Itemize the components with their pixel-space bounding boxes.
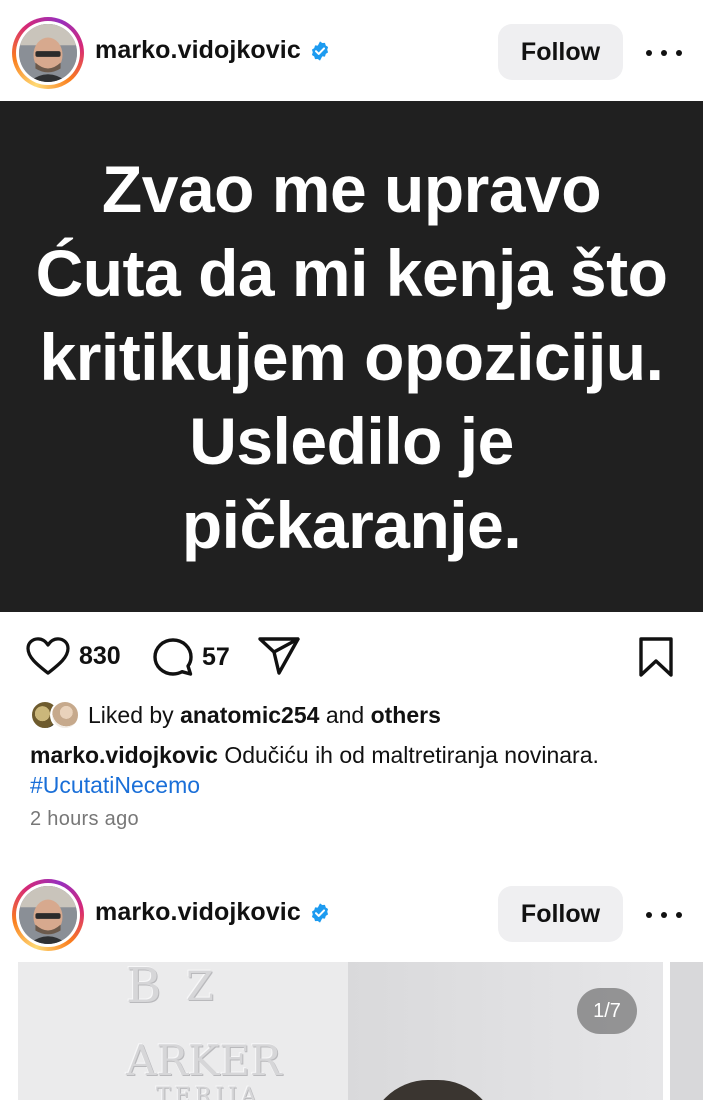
wall-letter: TERIJA	[156, 1084, 261, 1100]
bookmark-action[interactable]	[638, 636, 674, 678]
avatar[interactable]	[12, 17, 84, 89]
post-timestamp: 2 hours ago	[30, 808, 139, 830]
liked-by-others[interactable]: others	[371, 702, 441, 728]
liked-by-text: Liked by anatomic254 and others	[88, 702, 441, 729]
liked-by-user[interactable]: anatomic254	[180, 702, 319, 728]
verified-badge-icon	[309, 40, 331, 62]
verified-badge-icon	[309, 902, 331, 924]
bookmark-icon[interactable]	[638, 636, 674, 678]
follow-button[interactable]: Follow	[498, 886, 623, 942]
next-slide-preview[interactable]	[670, 962, 703, 1100]
wall-letter: ARKER	[126, 1036, 282, 1085]
username[interactable]: marko.vidojkovic	[95, 36, 301, 65]
caption-username[interactable]: marko.vidojkovic	[30, 742, 218, 768]
carousel-counter: 1/7	[577, 988, 637, 1034]
post-actions: 830 57	[0, 630, 703, 685]
liked-by-prefix: Liked by	[88, 701, 174, 728]
post-image-text: Zvao me upravo Ćuta da mi kenja što krit…	[35, 151, 668, 562]
caption: marko.vidojkovic Odučiću ih od maltretir…	[30, 740, 680, 800]
wall-letter: Z	[186, 964, 214, 1010]
like-action[interactable]: 830	[25, 636, 121, 676]
caption-text: Odučiću ih od maltretiranja novinara.	[224, 742, 599, 768]
liked-by-and: and	[325, 701, 365, 728]
comment-icon[interactable]	[152, 636, 194, 678]
liked-by[interactable]: Liked by anatomic254 and others	[30, 700, 441, 730]
share-icon[interactable]	[257, 636, 301, 676]
username-row: marko.vidojkovic	[95, 36, 331, 65]
share-action[interactable]	[257, 636, 301, 676]
more-icon[interactable]	[646, 900, 682, 930]
avatar-photo	[19, 886, 77, 944]
post-header: marko.vidojkovic Follow	[0, 862, 703, 962]
avatar-gap	[16, 21, 80, 85]
avatar-image	[19, 886, 77, 944]
liker-avatar	[50, 700, 80, 730]
comment-count: 57	[202, 642, 230, 671]
username-row: marko.vidojkovic	[95, 898, 331, 927]
more-icon[interactable]	[646, 38, 682, 68]
liked-by-avatars	[30, 700, 80, 730]
hashtag-link[interactable]: #UcutatiNecemo	[30, 770, 680, 800]
avatar-gap	[16, 883, 80, 947]
comment-action[interactable]: 57	[152, 636, 230, 678]
avatar-image	[19, 24, 77, 82]
carousel-image[interactable]: B Z ARKER TERIJA	[18, 962, 663, 1100]
post-header: marko.vidojkovic Follow	[0, 0, 703, 100]
avatar[interactable]	[12, 879, 84, 951]
post-image[interactable]: Zvao me upravo Ćuta da mi kenja što krit…	[0, 101, 703, 612]
wall-letter: B	[126, 962, 162, 1014]
follow-button[interactable]: Follow	[498, 24, 623, 80]
username[interactable]: marko.vidojkovic	[95, 898, 301, 927]
like-count: 830	[79, 641, 121, 670]
avatar-photo	[19, 24, 77, 82]
heart-icon[interactable]	[25, 636, 71, 676]
